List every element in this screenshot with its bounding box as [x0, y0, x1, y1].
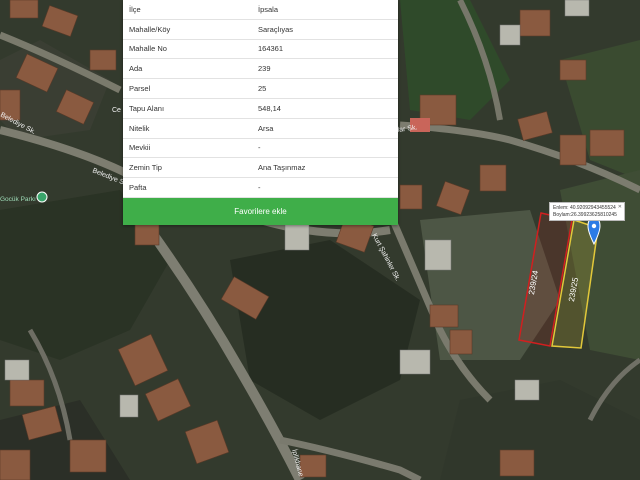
info-label: Mevkii	[129, 143, 151, 153]
info-value: Arsa	[258, 123, 274, 133]
info-label: Mahalle/Köy	[129, 24, 171, 34]
info-value: -	[258, 143, 261, 153]
info-row-tapu-alani: Tapu Alanı 548,14	[123, 99, 398, 119]
parcel-info-panel: İlçe İpsala Mahalle/Köy Saraçlıyas Mahal…	[123, 0, 398, 225]
info-value: Ana Taşınmaz	[258, 163, 306, 173]
info-label: Nitelik	[129, 123, 150, 133]
info-row-mahalle: Mahalle/Köy Saraçlıyas	[123, 20, 398, 40]
info-value: 239	[258, 64, 271, 74]
info-row-ilce: İlçe İpsala	[123, 0, 398, 20]
info-value: 548,14	[258, 103, 281, 113]
info-row-parsel: Parsel 25	[123, 79, 398, 99]
add-to-favorites-button[interactable]: Favorilere ekle	[123, 197, 398, 225]
info-value: İpsala	[258, 4, 279, 14]
latitude-readout: Enlem: 40.92092943455524	[553, 205, 616, 211]
info-label: Mahalle No	[129, 44, 167, 54]
info-label: Pafta	[129, 183, 147, 193]
info-row-pafta: Pafta -	[123, 178, 398, 198]
info-row-mevkii: Mevkii -	[123, 139, 398, 159]
info-label: Zemin Tip	[129, 163, 162, 173]
coordinate-popup: ✕ Enlem: 40.92092943455524 Boylam:26.399…	[549, 202, 625, 222]
close-icon[interactable]: ✕	[618, 204, 622, 211]
info-value: 164361	[258, 44, 284, 54]
park-label: Gocük Parkı	[0, 196, 36, 203]
info-value: Saraçlıyas	[258, 24, 294, 34]
info-label: İlçe	[129, 4, 141, 14]
info-label: Tapu Alanı	[129, 103, 165, 113]
park-marker-icon[interactable]	[36, 191, 48, 203]
info-row-nitelik: Nitelik Arsa	[123, 119, 398, 139]
road-label-ce: Ce	[112, 107, 121, 114]
info-value: 25	[258, 84, 267, 94]
info-row-mahalle-no: Mahalle No 164361	[123, 40, 398, 60]
info-row-ada: Ada 239	[123, 59, 398, 80]
info-label: Parsel	[129, 84, 151, 94]
info-row-zemin-tip: Zemin Tip Ana Taşınmaz	[123, 158, 398, 179]
info-value: -	[258, 183, 261, 193]
longitude-readout: Boylam:26.39923625810245	[553, 211, 617, 218]
info-label: Ada	[129, 64, 143, 74]
